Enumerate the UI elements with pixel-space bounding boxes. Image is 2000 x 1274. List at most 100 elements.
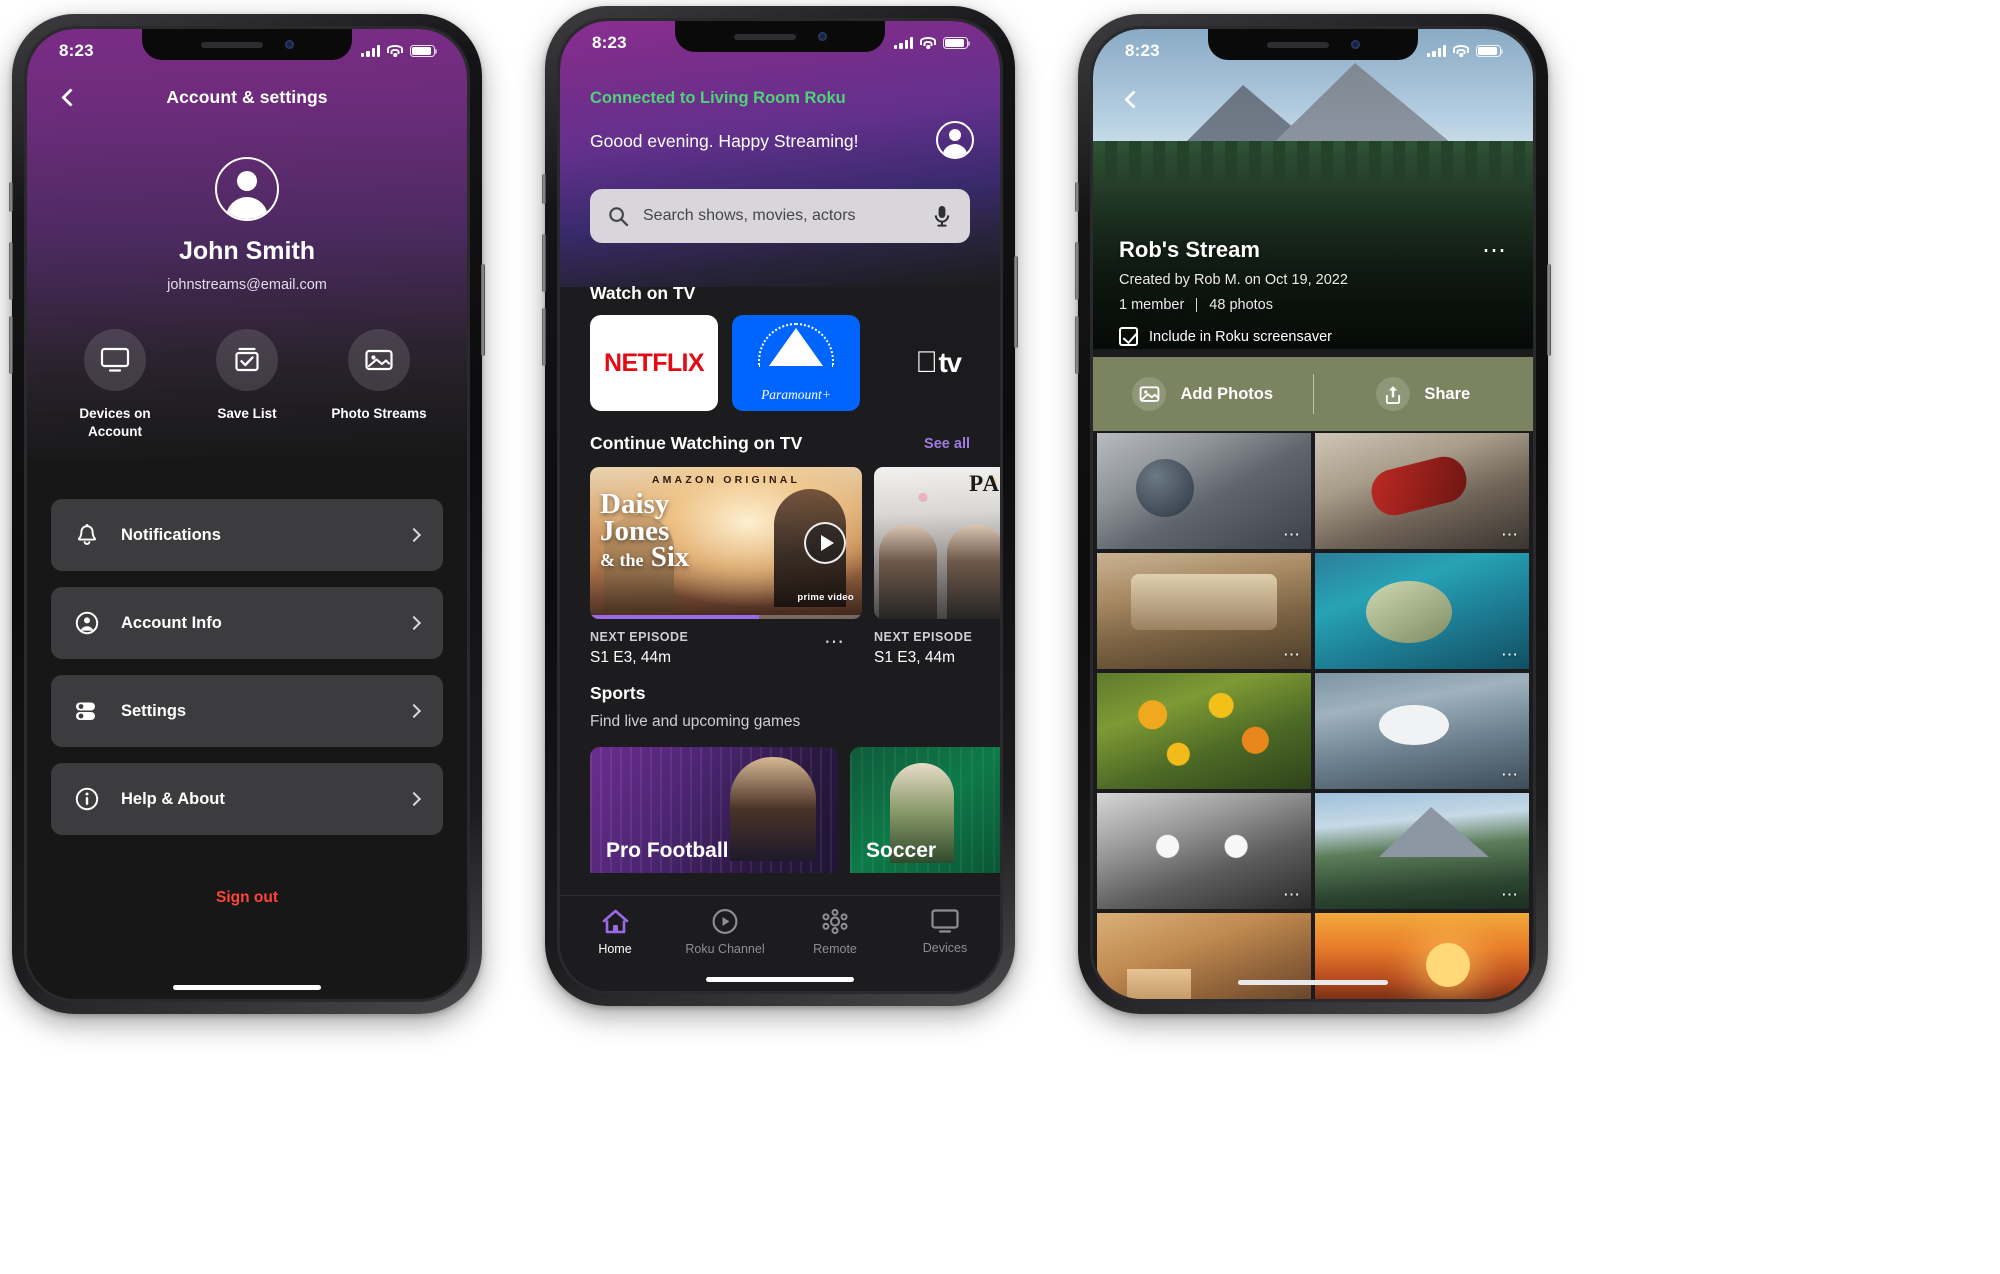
tab-label: Home <box>598 942 632 956</box>
phone3-power-button[interactable] <box>1547 264 1551 356</box>
profile-avatar-button[interactable] <box>936 121 974 159</box>
more-horizontal-icon[interactable]: ⋯ <box>1283 646 1302 663</box>
phone1-mute-switch[interactable] <box>9 182 13 212</box>
quick-action-label: Save List <box>217 406 277 421</box>
show-artwork-party[interactable]: PARTY <box>874 467 1000 619</box>
tab-remote[interactable]: Remote <box>780 896 890 973</box>
apple-icon:  <box>915 348 938 378</box>
phone3-volume-up-button[interactable] <box>1075 242 1079 300</box>
menu-item-notifications[interactable]: Notifications <box>51 499 443 571</box>
phone1-power-button[interactable] <box>481 264 485 356</box>
apple-tv-logo: tv <box>915 347 962 379</box>
show-artwork-daisy-jones[interactable]: AMAZON ORIGINAL Daisy Jones & the Six prim… <box>590 467 862 619</box>
connection-status[interactable]: Connected to Living Room Roku <box>590 89 846 108</box>
channel-tile-apple-tv[interactable]: tv <box>874 315 1000 411</box>
phone1-volume-up-button[interactable] <box>9 242 13 300</box>
wifi-icon <box>387 45 403 57</box>
more-horizontal-icon[interactable]: ⋯ <box>824 632 846 652</box>
tab-devices[interactable]: Devices <box>890 896 1000 973</box>
home-indicator[interactable] <box>706 977 854 982</box>
next-episode-label: NEXT EPISODE <box>590 630 689 644</box>
photo-cell[interactable]: ⋯ <box>1315 433 1529 549</box>
settings-menu-list: Notifications Account Info Settings Help… <box>51 499 443 851</box>
more-horizontal-icon[interactable]: ⋯ <box>1501 886 1520 903</box>
add-photos-button[interactable]: Add Photos <box>1093 377 1313 411</box>
sign-out-button[interactable]: Sign out <box>27 889 467 907</box>
paramount-mountain-icon <box>769 328 823 366</box>
channel-tile-netflix[interactable]: NETFLIX <box>590 315 718 411</box>
search-icon <box>608 206 629 227</box>
photo-cell[interactable]: ⋯ <box>1315 793 1529 909</box>
screensaver-checkbox[interactable]: Include in Roku screensaver <box>1119 327 1332 346</box>
back-button[interactable] <box>53 80 87 114</box>
divider <box>1196 298 1198 312</box>
photo-cell[interactable]: ⋯ <box>1097 793 1311 909</box>
photo-cell[interactable]: ⋯ <box>1315 673 1529 789</box>
photo-cell[interactable] <box>1097 673 1311 789</box>
chevron-left-icon <box>60 87 80 107</box>
photo-cell[interactable] <box>1097 913 1311 999</box>
status-time: 8:23 <box>59 41 94 60</box>
more-horizontal-icon[interactable]: ⋯ <box>1501 646 1520 663</box>
search-bar[interactable]: Search shows, movies, actors <box>590 189 970 243</box>
phone2-notch <box>675 21 885 52</box>
back-button[interactable] <box>1115 81 1151 117</box>
avatar[interactable] <box>215 157 279 221</box>
sliders-icon <box>73 699 101 723</box>
sports-subtitle: Find live and upcoming games <box>590 713 801 730</box>
quick-action-photo-streams[interactable]: Photo Streams <box>320 329 438 441</box>
front-camera <box>284 40 294 49</box>
phone2-power-button[interactable] <box>1014 256 1018 348</box>
stream-action-bar: Add Photos Share <box>1093 357 1533 431</box>
photo-grid: ⋯ ⋯ ⋯ ⋯ ⋯ ⋯ ⋯ <box>1093 433 1533 999</box>
front-camera <box>1350 40 1360 49</box>
more-horizontal-icon[interactable]: ⋯ <box>1482 239 1509 263</box>
section-title-watch-on-tv: Watch on TV <box>590 283 696 303</box>
tab-roku-channel[interactable]: Roku Channel <box>670 896 780 973</box>
microphone-icon[interactable] <box>932 204 952 228</box>
channel-tiles-row[interactable]: NETFLIX Paramount+ tv <box>590 315 1000 411</box>
phone2-volume-down-button[interactable] <box>542 308 546 366</box>
see-all-link[interactable]: See all <box>924 436 970 452</box>
profile-name: John Smith <box>178 237 316 265</box>
paramount-logo-text: Paramount+ <box>761 387 831 402</box>
sports-cards-row: Pro Football Soccer <box>590 747 1000 873</box>
menu-item-account-info[interactable]: Account Info <box>51 587 443 659</box>
home-indicator[interactable] <box>173 985 321 990</box>
photo-cell[interactable]: ⋯ <box>1097 433 1311 549</box>
home-indicator[interactable] <box>1238 980 1388 985</box>
phone2-screen: 8:23 Connected to Living Room Roku Goood… <box>560 21 1000 991</box>
checklist-icon <box>216 329 278 391</box>
section-title-sports: Sports <box>590 683 646 703</box>
photo-cell[interactable]: ⋯ <box>1097 553 1311 669</box>
quick-action-devices-on-account[interactable]: Devices on Account <box>56 329 174 441</box>
photo-cell[interactable] <box>1315 913 1529 999</box>
phone2-volume-up-button[interactable] <box>542 234 546 292</box>
channel-tile-paramount-plus[interactable]: Paramount+ <box>732 315 860 411</box>
more-horizontal-icon[interactable]: ⋯ <box>1501 766 1520 783</box>
share-button[interactable]: Share <box>1314 377 1534 411</box>
phone3-volume-down-button[interactable] <box>1075 316 1079 374</box>
photo-stream-icon <box>348 329 410 391</box>
photo-cell[interactable]: ⋯ <box>1315 553 1529 669</box>
checkbox-checked-icon[interactable] <box>1119 327 1138 346</box>
play-button[interactable] <box>804 522 846 564</box>
sports-card-pro-football[interactable]: Pro Football <box>590 747 838 873</box>
continue-watching-card[interactable]: PARTY NEXT EPISODE S1 E3, 44m <box>874 467 1000 667</box>
more-horizontal-icon[interactable]: ⋯ <box>1501 526 1520 543</box>
more-horizontal-icon[interactable]: ⋯ <box>1283 886 1302 903</box>
phone1-volume-down-button[interactable] <box>9 316 13 374</box>
tab-home[interactable]: Home <box>560 896 670 973</box>
search-input[interactable]: Search shows, movies, actors <box>643 207 856 225</box>
continue-watching-card[interactable]: AMAZON ORIGINAL Daisy Jones & the Six prim… <box>590 467 862 667</box>
watch-progress-bar <box>590 614 862 619</box>
card-meta: NEXT EPISODE S1 E3, 44m ⋯ <box>590 630 862 667</box>
menu-item-settings[interactable]: Settings <box>51 675 443 747</box>
phone-account-settings: 8:23 Account & settings John Smith johns… <box>9 14 485 1014</box>
phone3-mute-switch[interactable] <box>1075 182 1079 212</box>
more-horizontal-icon[interactable]: ⋯ <box>1283 526 1302 543</box>
menu-item-help-about[interactable]: Help & About <box>51 763 443 835</box>
quick-action-save-list[interactable]: Save List <box>188 329 306 441</box>
sports-card-soccer[interactable]: Soccer <box>850 747 1000 873</box>
phone2-mute-switch[interactable] <box>542 174 546 204</box>
